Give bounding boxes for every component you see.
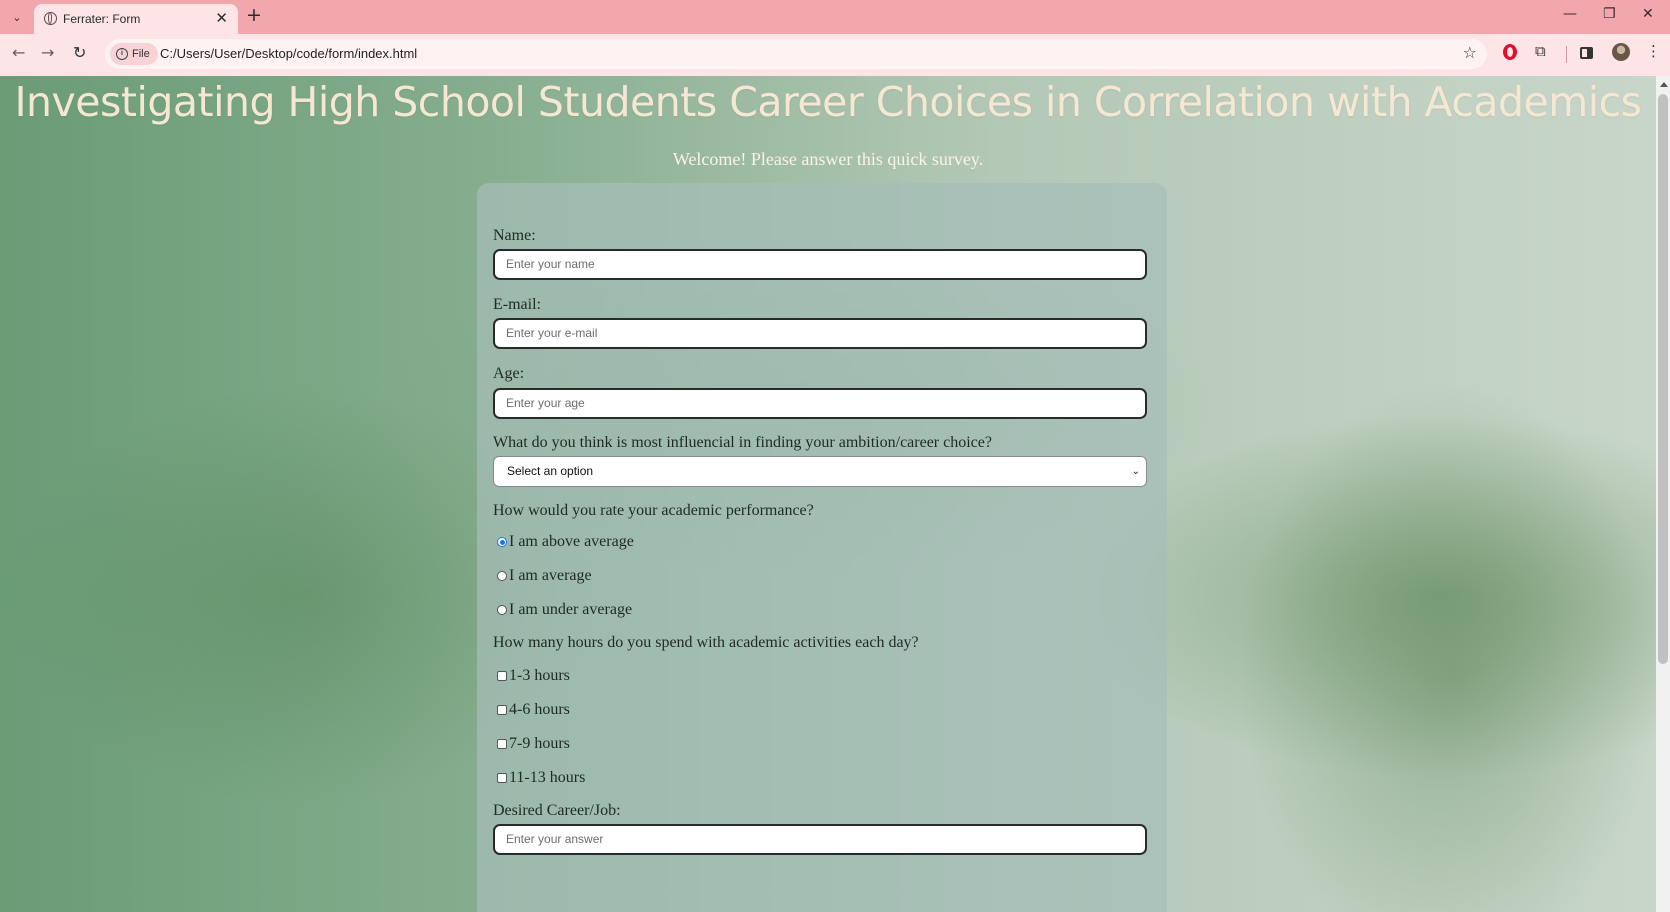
reload-icon[interactable]: ↻	[73, 43, 86, 62]
performance-option-label: I am above average	[509, 533, 634, 550]
file-chip-label: File	[132, 48, 150, 60]
checkbox[interactable]	[497, 773, 507, 783]
forward-arrow-icon[interactable]: →	[41, 43, 54, 62]
page-scrollbar[interactable]	[1656, 76, 1670, 912]
profile-avatar[interactable]	[1612, 43, 1630, 61]
globe-icon	[44, 12, 57, 25]
scroll-up-arrow-icon[interactable]	[1660, 82, 1668, 87]
hours-question: How many hours do you spend with academi…	[493, 634, 919, 651]
browser-menu-icon[interactable]: ⋮	[1646, 42, 1661, 60]
address-bar[interactable]: i File C:/Users/User/Desktop/code/form/i…	[105, 39, 1487, 69]
hours-option-label: 1-3 hours	[509, 667, 570, 684]
radio-button[interactable]	[497, 537, 507, 547]
welcome-text: Welcome! Please answer this quick survey…	[672, 149, 984, 169]
name-field[interactable]: Enter your name	[493, 249, 1147, 280]
restore-button[interactable]: ❐	[1603, 6, 1616, 22]
performance-option-label: I am under average	[509, 601, 633, 618]
tab-close-icon[interactable]: ✕	[215, 9, 228, 27]
radio-button[interactable]	[497, 605, 507, 615]
performance-option-label: I am average	[509, 567, 592, 584]
hours-option-label: 4-6 hours	[509, 701, 570, 718]
email-label: E-mail:	[493, 296, 541, 313]
hours-option-11-13[interactable]: 11-13 hours	[497, 769, 585, 787]
age-field[interactable]: Enter your age	[493, 388, 1147, 419]
side-panel-icon[interactable]	[1580, 47, 1593, 59]
bookmark-star-icon[interactable]: ☆	[1463, 43, 1477, 62]
influence-question: What do you think is most influencial in…	[493, 434, 992, 451]
page-viewport: Investigating High School Students Caree…	[0, 76, 1656, 912]
email-field[interactable]: Enter your e-mail	[493, 318, 1147, 349]
opera-extension-icon[interactable]	[1503, 44, 1517, 60]
site-info-chip[interactable]: i File	[110, 43, 158, 65]
performance-option-average[interactable]: I am average	[497, 567, 592, 585]
influence-select[interactable]: Select an option ⌄	[493, 456, 1147, 487]
browser-tab-bar: ⌄ Ferrater: Form ✕ + — ❐ ✕	[0, 0, 1670, 34]
page-title: Investigating High School Students Caree…	[14, 78, 1642, 126]
scrollbar-thumb[interactable]	[1658, 94, 1668, 664]
info-icon: i	[116, 48, 128, 60]
career-label: Desired Career/Job:	[493, 802, 621, 819]
hours-option-label: 11-13 hours	[509, 769, 586, 786]
hours-option-1-3[interactable]: 1-3 hours	[497, 667, 570, 685]
minimize-button[interactable]: —	[1563, 6, 1577, 22]
back-arrow-icon[interactable]: ←	[12, 43, 25, 62]
career-field[interactable]: Enter your answer	[493, 824, 1147, 855]
performance-option-under[interactable]: I am under average	[497, 601, 632, 619]
browser-tab[interactable]: Ferrater: Form ✕	[34, 4, 238, 34]
hours-option-label: 7-9 hours	[509, 735, 570, 752]
extensions-puzzle-icon[interactable]: ⧉	[1535, 42, 1546, 60]
tab-search-chevron-icon[interactable]: ⌄	[6, 7, 28, 27]
hours-option-4-6[interactable]: 4-6 hours	[497, 701, 570, 719]
radio-button[interactable]	[497, 571, 507, 581]
tab-title: Ferrater: Form	[63, 12, 141, 26]
survey-form: Name: Enter your name E-mail: Enter your…	[477, 183, 1167, 912]
url-text[interactable]: C:/Users/User/Desktop/code/form/index.ht…	[160, 46, 417, 61]
checkbox[interactable]	[497, 671, 507, 681]
close-window-button[interactable]: ✕	[1642, 6, 1654, 22]
checkbox[interactable]	[497, 705, 507, 715]
new-tab-button[interactable]: +	[246, 4, 262, 26]
age-label: Age:	[493, 365, 525, 382]
browser-toolbar: ← → ↻ i File C:/Users/User/Desktop/code/…	[0, 34, 1670, 76]
toolbar-divider	[1566, 46, 1567, 63]
chevron-down-icon: ⌄	[1131, 466, 1140, 477]
influence-select-value: Select an option	[507, 464, 594, 478]
hours-option-7-9[interactable]: 7-9 hours	[497, 735, 570, 753]
name-label: Name:	[493, 227, 536, 244]
checkbox[interactable]	[497, 739, 507, 749]
performance-option-above[interactable]: I am above average	[497, 533, 634, 551]
performance-question: How would you rate your academic perform…	[493, 502, 814, 519]
